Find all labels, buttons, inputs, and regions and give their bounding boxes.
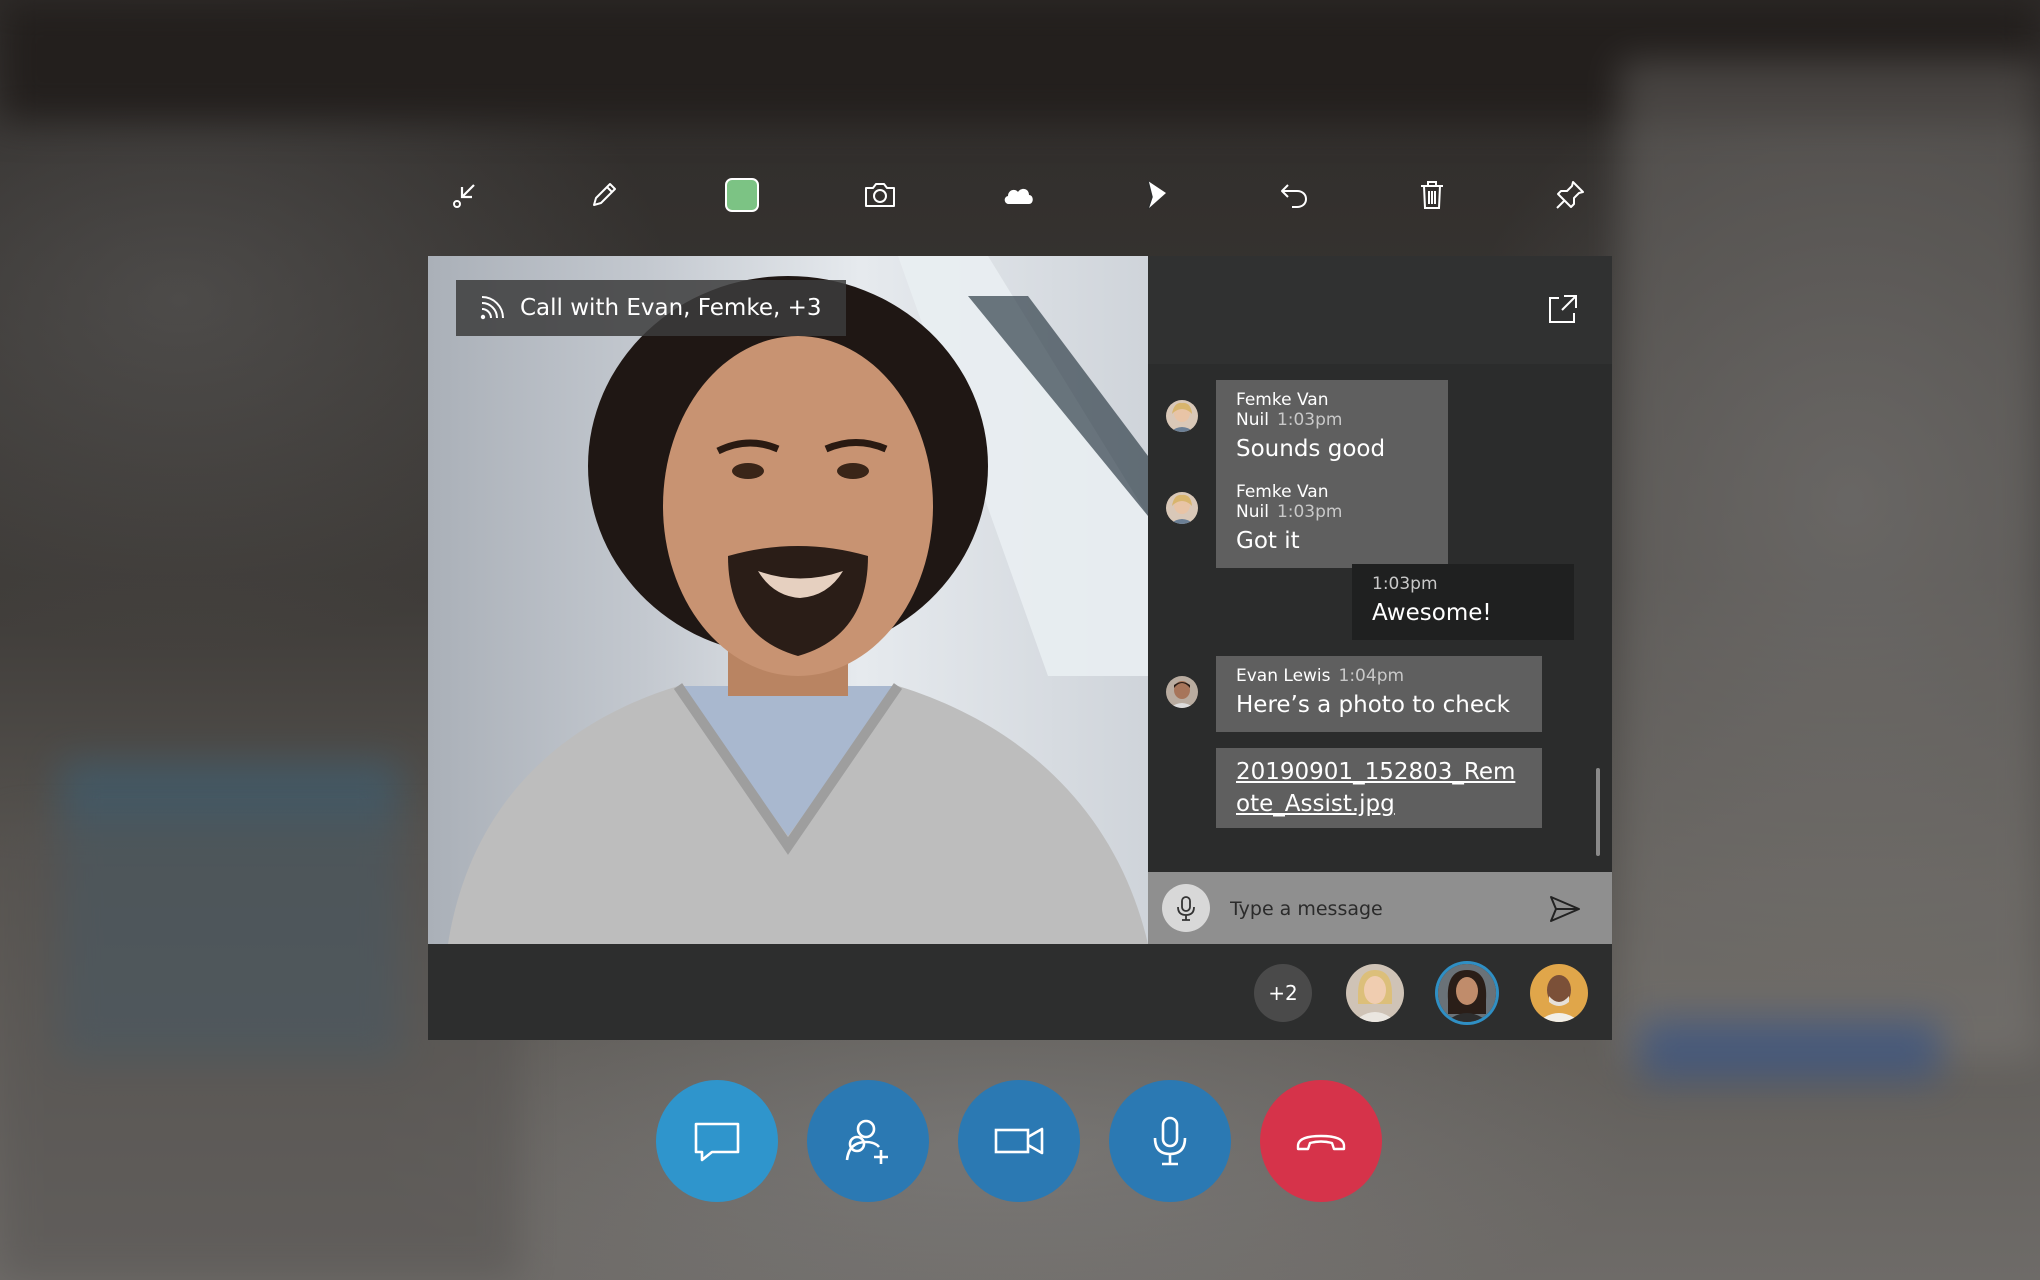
dynamics-icon: [1147, 180, 1166, 210]
screenshot-button[interactable]: [850, 165, 910, 225]
attachment-link[interactable]: 20190901_152803_Remote_Assist.jpg: [1236, 756, 1522, 820]
message-time: 1:03pm: [1276, 502, 1343, 522]
file-attachment[interactable]: 20190901_152803_Remote_Assist.jpg: [1216, 748, 1542, 828]
delete-icon: [1421, 181, 1443, 209]
call-controls: [656, 1080, 1384, 1202]
evan-avatar: [1166, 676, 1198, 708]
message-input[interactable]: [1228, 888, 1532, 930]
color-swatch-icon: [725, 178, 759, 212]
chat-header: [1148, 256, 1612, 364]
femke-avatar: [1166, 492, 1198, 524]
annotation-toolbar: [436, 165, 1606, 225]
microphone-icon: [1153, 1116, 1187, 1166]
color-picker-button[interactable]: [712, 165, 772, 225]
video-toggle-button[interactable]: [958, 1080, 1080, 1202]
mute-button[interactable]: [1109, 1080, 1231, 1202]
minimize-arrow-icon: [453, 184, 475, 208]
participant-avatar[interactable]: [1530, 964, 1588, 1022]
send-icon[interactable]: [1548, 892, 1582, 926]
delete-button[interactable]: [1402, 165, 1462, 225]
hang-up-icon: [1296, 1134, 1346, 1151]
chat-scrollbar[interactable]: [1596, 768, 1600, 856]
pen-icon: [593, 183, 616, 206]
onedrive-button[interactable]: [988, 165, 1048, 225]
call-title: Call with Evan, Femke, +3: [520, 295, 822, 321]
video-feed: Call with Evan, Femke, +3: [428, 256, 1148, 944]
pin-icon: [1556, 181, 1584, 209]
femke-avatar: [1166, 400, 1198, 432]
chat-panel: Femke Van Nuil 1:03pm Sounds good Femke V…: [1148, 256, 1612, 944]
video-camera-icon: [994, 1127, 1044, 1155]
more-participants-button[interactable]: +2: [1254, 964, 1312, 1022]
signal-icon: [480, 296, 504, 320]
message-text: Got it: [1236, 528, 1300, 554]
chat-message: Femke Van Nuil 1:03pm Got it: [1216, 472, 1448, 568]
onedrive-cloud-icon: [1004, 188, 1033, 204]
add-participant-button[interactable]: [807, 1080, 929, 1202]
pin-button[interactable]: [1540, 165, 1600, 225]
chat-message-own: 1:03pm Awesome!: [1352, 564, 1574, 640]
chat-message: Femke Van Nuil 1:03pm Sounds good: [1216, 380, 1448, 476]
message-time: 1:03pm: [1276, 410, 1343, 430]
call-panel: Call with Evan, Femke, +3 Femke Van Nuil…: [428, 256, 1612, 1040]
microphone-icon: [1177, 896, 1195, 921]
dictate-button[interactable]: [1162, 884, 1210, 932]
undo-button[interactable]: [1264, 165, 1324, 225]
chat-message-list[interactable]: Femke Van Nuil 1:03pm Sounds good Femke V…: [1148, 380, 1612, 860]
message-text: Sounds good: [1236, 436, 1386, 462]
undo-icon: [1281, 184, 1307, 208]
chat-message: Evan Lewis 1:04pm Here’s a photo to check: [1216, 656, 1542, 732]
message-text: Awesome!: [1372, 600, 1492, 626]
chat-toggle-button[interactable]: [656, 1080, 778, 1202]
message-time: 1:04pm: [1338, 666, 1405, 686]
chat-bubble-icon: [694, 1122, 740, 1162]
participant-avatar[interactable]: [1346, 964, 1404, 1022]
hang-up-button[interactable]: [1260, 1080, 1382, 1202]
participant-avatar-active-speaker[interactable]: [1438, 964, 1496, 1022]
minimize-button[interactable]: [436, 165, 496, 225]
caller-video-image: [448, 256, 1148, 944]
message-sender: Evan Lewis: [1236, 666, 1331, 686]
call-title-badge: Call with Evan, Femke, +3: [456, 280, 846, 336]
popout-icon[interactable]: [1546, 292, 1580, 326]
camera-icon: [865, 183, 895, 207]
message-compose-bar: [1148, 872, 1612, 944]
message-text: Here’s a photo to check: [1236, 692, 1510, 718]
add-person-icon: [845, 1119, 888, 1164]
pen-button[interactable]: [574, 165, 634, 225]
dynamics-button[interactable]: [1126, 165, 1186, 225]
participants-bar: +2: [428, 944, 1612, 1040]
message-time: 1:03pm: [1372, 574, 1438, 594]
